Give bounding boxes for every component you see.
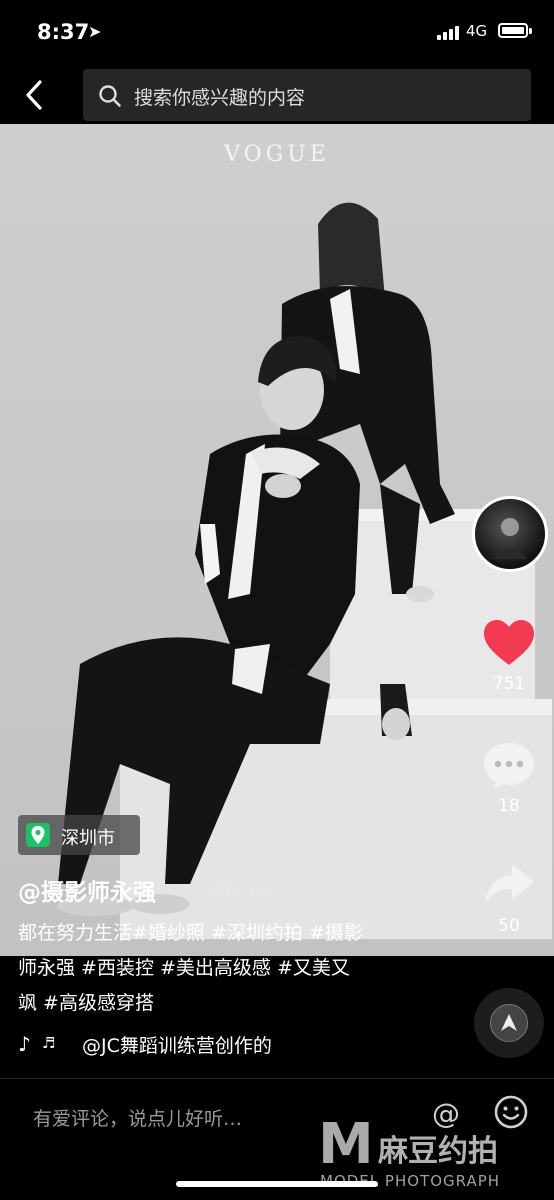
watermark-letter: M xyxy=(318,1112,374,1177)
chevron-left-icon xyxy=(26,80,42,110)
music-disc-button[interactable] xyxy=(474,988,544,1058)
comment-input[interactable]: 有爱评论，说点儿好听… xyxy=(33,1104,242,1131)
share-button[interactable]: 50 xyxy=(469,860,549,936)
author-avatar[interactable] xyxy=(472,496,548,572)
top-bar: 搜索你感兴趣的内容 xyxy=(0,66,554,124)
music-icon: ♬ xyxy=(42,1034,56,1052)
avatar xyxy=(493,518,527,559)
location-pin-icon xyxy=(26,823,50,847)
share-count: 50 xyxy=(498,916,520,936)
search-input[interactable]: 搜索你感兴趣的内容 xyxy=(83,69,531,121)
search-icon xyxy=(99,85,121,107)
post-date: · 9月29日 xyxy=(190,881,272,902)
location-arrow-icon: ➤ xyxy=(88,22,102,41)
comment-icon xyxy=(484,743,534,789)
divider xyxy=(0,1078,554,1079)
share-arrow-icon xyxy=(485,864,534,904)
network-label: 4G xyxy=(466,22,488,40)
caption-line: 飒 #高级感穿搭 xyxy=(18,992,154,1014)
music-disc-icon xyxy=(490,1004,528,1042)
caption-line: 师永强 #西装控 #美出高级感 #又美又 xyxy=(18,957,350,979)
signal-icon xyxy=(437,24,463,40)
tiktok-note-icon: ♪ xyxy=(18,1032,31,1056)
watermark-brand: 麻豆约拍 xyxy=(378,1134,498,1169)
comment-count: 18 xyxy=(498,796,520,816)
status-bar: 8:37 ➤ 4G xyxy=(0,0,554,66)
caption-line: 都在努力生活#婚纱照 #深圳约拍 #摄影 xyxy=(18,922,363,944)
comment-button[interactable]: 18 xyxy=(469,740,549,816)
back-button[interactable] xyxy=(20,78,50,112)
watermark: M 麻豆约拍 MODEL PHOTOGRAPH xyxy=(318,1112,554,1190)
home-indicator[interactable] xyxy=(176,1181,378,1187)
location-tag[interactable]: 深圳市 xyxy=(18,815,140,855)
search-placeholder: 搜索你感兴趣的内容 xyxy=(134,87,306,109)
location-label: 深圳市 xyxy=(61,828,115,849)
status-time: 8:37 xyxy=(37,20,90,44)
battery-icon xyxy=(498,23,528,38)
author-name[interactable]: @摄影师永强 xyxy=(18,873,156,907)
like-button[interactable]: 751 xyxy=(469,618,549,694)
heart-icon xyxy=(484,620,534,665)
like-count: 751 xyxy=(492,674,526,694)
music-title: @JC舞蹈训练营创作的 xyxy=(82,1035,272,1057)
post-caption: 都在努力生活#婚纱照 #深圳约拍 #摄影 师永强 #西装控 #美出高级感 #又美… xyxy=(18,916,418,1021)
